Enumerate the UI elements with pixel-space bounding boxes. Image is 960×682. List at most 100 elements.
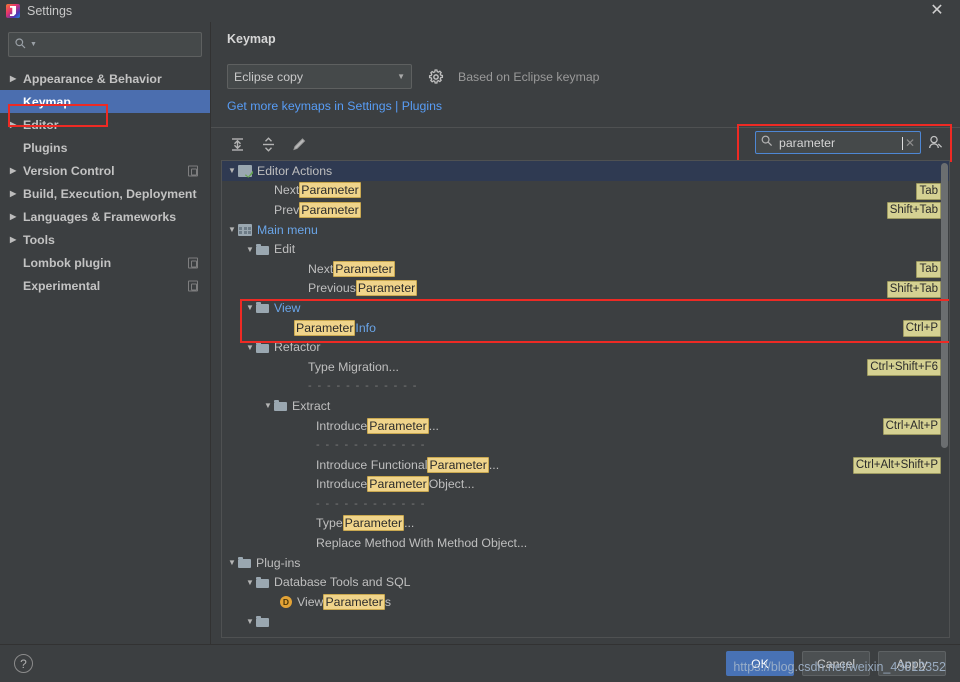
folder-icon (238, 557, 251, 568)
gear-icon[interactable] (428, 69, 444, 85)
tree-row-label: Introduce (316, 419, 367, 433)
tree-row-extract-folder[interactable]: ▼ Extract (222, 396, 949, 416)
search-match-highlight: Parameter (333, 261, 394, 277)
sidebar-item-version-control[interactable]: ▶ Version Control (0, 159, 210, 182)
shortcut-badge: Shift+Tab (887, 202, 941, 219)
chevron-down-icon[interactable]: ▼ (244, 303, 256, 312)
sidebar-item-languages-frameworks[interactable]: ▶ Languages & Frameworks (0, 205, 210, 228)
tree-row-introduce-parameter-object[interactable]: Introduce Parameter Object... (222, 475, 949, 495)
keymap-search-area: parameter ✕ (755, 131, 944, 154)
sidebar-item-plugins[interactable]: ▶ Plugins (0, 136, 210, 159)
sidebar-item-label: Keymap (23, 95, 71, 109)
tree-row-partial[interactable]: ▼ (222, 612, 949, 632)
page-title: Keymap (227, 32, 946, 46)
chevron-down-icon[interactable]: ▼ (244, 343, 256, 352)
tree-row-database-tools-and-sql[interactable]: ▼ Database Tools and SQL (222, 572, 949, 592)
get-more-keymaps-prefix[interactable]: Get more keymaps in (227, 99, 347, 113)
find-by-shortcut-icon[interactable] (927, 134, 944, 151)
chevron-down-icon: ▼ (397, 72, 405, 81)
settings-sidebar: ▼ ▶ Appearance & Behavior ▶ Keymap ▶ Edi… (0, 22, 211, 644)
chevron-down-icon[interactable]: ▼ (226, 225, 238, 234)
sidebar-item-keymap[interactable]: ▶ Keymap (0, 90, 210, 113)
shortcut-badge: Shift+Tab (887, 281, 941, 298)
tree-row-view-parameters[interactable]: D View Parameters (222, 592, 949, 612)
tree-row-label: Introduce (316, 477, 367, 491)
shortcut-badge: Ctrl+Shift+F6 (867, 359, 941, 376)
tree-scrollbar[interactable] (941, 163, 948, 448)
expand-all-icon[interactable] (229, 136, 246, 153)
chevron-placeholder-icon: ▶ (10, 98, 21, 106)
search-match-highlight: Parameter (367, 476, 428, 492)
tree-row-plug-ins[interactable]: ▼ Plug-ins (222, 553, 949, 573)
sidebar-item-tools[interactable]: ▶ Tools (0, 228, 210, 251)
chevron-down-icon[interactable]: ▼ (244, 578, 256, 587)
tree-row-refactor-folder[interactable]: ▼ Refactor (222, 337, 949, 357)
chevron-right-icon: ▶ (10, 236, 21, 244)
dialog-body: ▼ ▶ Appearance & Behavior ▶ Keymap ▶ Edi… (0, 22, 960, 644)
tree-row-replace-method-with-method-object[interactable]: Replace Method With Method Object... (222, 533, 949, 553)
tree-row-label: View (274, 301, 300, 315)
tree-row-separator: - - - - - - - - - - - - (222, 494, 949, 514)
sidebar-search-input[interactable]: ▼ (8, 32, 202, 57)
settings-plugins-link[interactable]: Settings | Plugins (347, 99, 442, 113)
tree-row-label: Type (316, 516, 343, 530)
sidebar-item-appearance-behavior[interactable]: ▶ Appearance & Behavior (0, 67, 210, 90)
tree-row-view-folder[interactable]: ▼ View (222, 298, 949, 318)
chevron-right-icon: ▶ (10, 167, 21, 175)
keymap-select[interactable]: Eclipse copy ▼ (227, 64, 412, 89)
sidebar-item-experimental[interactable]: ▶ Experimental (0, 274, 210, 297)
tree-row-label: Next (308, 262, 333, 276)
sidebar-item-label: Languages & Frameworks (23, 210, 176, 224)
keymap-tree-toolbar: parameter ✕ (225, 128, 946, 160)
tree-row-separator: - - - - - - - - - - - - (222, 377, 949, 397)
sidebar-item-label: Experimental (23, 279, 100, 293)
tree-row-prev-parameter-editor[interactable]: Prev Parameter Shift+Tab (222, 200, 949, 220)
sidebar-item-lombok-plugin[interactable]: ▶ Lombok plugin (0, 251, 210, 274)
tree-row-label: Previous (308, 281, 356, 295)
chevron-down-icon[interactable]: ▼ (226, 558, 238, 567)
tree-row-next-parameter-edit[interactable]: Next Parameter Tab (222, 259, 949, 279)
help-button[interactable]: ? (14, 654, 33, 673)
tree-row-next-parameter-editor[interactable]: Next Parameter Tab (222, 181, 949, 201)
chevron-right-icon: ▶ (10, 190, 21, 198)
tree-row-label-suffix: ... (429, 419, 439, 433)
sidebar-item-label: Build, Execution, Deployment (23, 187, 197, 201)
tree-row-main-menu[interactable]: ▼ Main menu (222, 220, 949, 240)
tree-row-type-migration[interactable]: Type Migration... Ctrl+Shift+F6 (222, 357, 949, 377)
tree-row-type-parameter[interactable]: Type Parameter... (222, 514, 949, 534)
clear-x-icon[interactable]: ✕ (905, 136, 915, 150)
apply-button[interactable]: Apply (878, 651, 946, 676)
editor-actions-icon (238, 165, 252, 177)
tree-row-label: Editor Actions (257, 164, 332, 178)
chevron-down-icon[interactable]: ▼ (226, 166, 238, 175)
tree-row-introduce-functional-parameter[interactable]: Introduce Functional Parameter... Ctrl+A… (222, 455, 949, 475)
chevron-down-icon[interactable]: ▼ (244, 617, 256, 626)
folder-icon (256, 577, 269, 588)
tree-row-previous-parameter-edit[interactable]: Previous Parameter Shift+Tab (222, 279, 949, 299)
ok-button[interactable]: OK (726, 651, 794, 676)
edit-pencil-icon[interactable] (291, 136, 308, 153)
intellij-idea-logo-icon (6, 4, 20, 18)
collapse-all-icon[interactable] (260, 136, 277, 153)
tree-row-parameter-info[interactable]: Parameter Info Ctrl+P (222, 318, 949, 338)
sidebar-item-editor[interactable]: ▶ Editor (0, 113, 210, 136)
tree-row-separator: - - - - - - - - - - - - (222, 435, 949, 455)
tree-row-editor-actions[interactable]: ▼ Editor Actions (222, 161, 949, 181)
close-icon[interactable]: ✕ (924, 0, 950, 22)
keymap-search-input[interactable]: parameter ✕ (755, 131, 921, 154)
shortcut-badge: Ctrl+P (903, 320, 941, 337)
sidebar-item-label: Appearance & Behavior (23, 72, 162, 86)
keymap-tree[interactable]: ▼ Editor Actions Next Parameter Tab Prev… (221, 160, 950, 638)
chevron-right-icon: ▶ (10, 121, 21, 129)
chevron-down-icon[interactable]: ▼ (262, 401, 274, 410)
search-icon (761, 135, 773, 150)
chevron-down-icon[interactable]: ▼ (244, 245, 256, 254)
cancel-button[interactable]: Cancel (802, 651, 870, 676)
tree-row-label: Introduce Functional (316, 458, 427, 472)
search-match-highlight: Parameter (294, 320, 355, 336)
tree-row-introduce-parameter[interactable]: Introduce Parameter... Ctrl+Alt+P (222, 416, 949, 436)
sidebar-item-build-execution-deployment[interactable]: ▶ Build, Execution, Deployment (0, 182, 210, 205)
search-scope-caret-icon[interactable]: ▼ (30, 41, 37, 48)
tree-row-label: Next (274, 183, 299, 197)
tree-row-edit-folder[interactable]: ▼ Edit (222, 239, 949, 259)
